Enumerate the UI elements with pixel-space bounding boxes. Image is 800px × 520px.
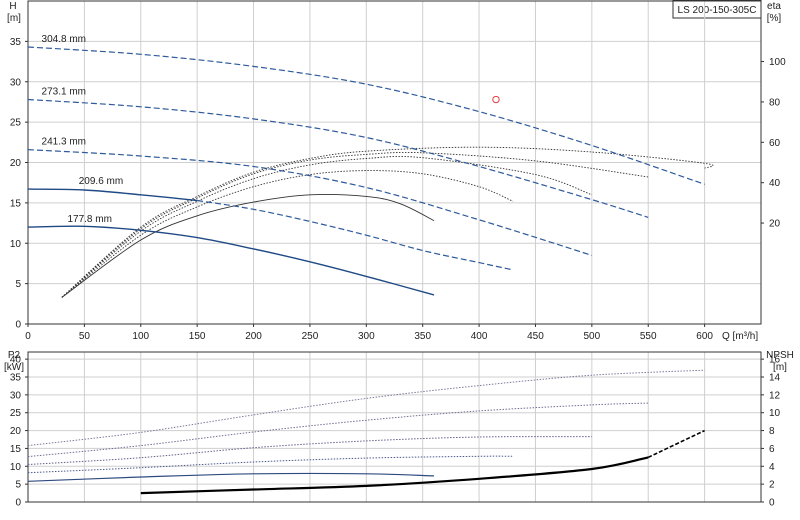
x-tick-label: 150 xyxy=(189,331,206,342)
y2-axis-unit: [%] xyxy=(767,13,782,24)
x-tick-label: 100 xyxy=(132,331,149,342)
y-tick-label: 5 xyxy=(15,279,21,290)
head-curve-4-ext xyxy=(197,199,514,271)
power-panel: 05101520253035400246810121416P2[kW]NPSH[… xyxy=(4,350,794,509)
p2-tick-label: 0 xyxy=(15,498,21,509)
npsh-tick-label: 12 xyxy=(769,390,781,401)
p2-tick-label: 10 xyxy=(10,462,22,473)
y2-tick-label: 40 xyxy=(769,178,781,189)
head-curve-2 xyxy=(27,98,649,218)
y-tick-label: 15 xyxy=(10,198,22,209)
p2-tick-label: 15 xyxy=(10,444,22,455)
y-tick-label: 30 xyxy=(10,77,22,88)
npsh-tick-label: 8 xyxy=(769,426,775,437)
title-text: LS 200-150-305C xyxy=(678,5,757,16)
power-plot-frame xyxy=(27,351,762,503)
x-axis-label: Q [m³/h] xyxy=(722,331,758,342)
y-axis-label: H xyxy=(9,1,16,12)
head-curve-4 xyxy=(27,188,198,202)
p2-tick-label: 5 xyxy=(15,480,21,491)
x-tick-label: 400 xyxy=(471,331,488,342)
npsh-tick-label: 6 xyxy=(769,444,775,455)
y2-tick-label: 20 xyxy=(769,219,781,230)
head-curve-label: 273.1 mm xyxy=(42,87,86,98)
p2-tick-label: 35 xyxy=(10,373,22,384)
y-tick-label: 35 xyxy=(10,37,22,48)
x-tick-label: 250 xyxy=(302,331,319,342)
eta-curve-4 xyxy=(61,170,514,298)
head-curve-label: 209.6 mm xyxy=(79,176,123,187)
x-tick-label: 300 xyxy=(358,331,375,342)
head-curve-label: 241.3 mm xyxy=(42,137,86,148)
y-tick-label: 25 xyxy=(10,118,22,129)
y2-tick-label: 100 xyxy=(769,57,786,68)
npsh-curve-1 xyxy=(140,456,649,495)
y2-axis-label: eta xyxy=(767,1,781,12)
x-tick-label: 350 xyxy=(414,331,431,342)
npsh-tick-label: 4 xyxy=(769,462,775,473)
x-tick-label: 0 xyxy=(25,331,31,342)
npsh-axis-unit: [m] xyxy=(773,362,787,373)
p2-tick-label: 30 xyxy=(10,390,22,401)
x-tick-label: 600 xyxy=(696,331,713,342)
x-tick-label: 550 xyxy=(640,331,657,342)
y-axis-unit: [m] xyxy=(7,13,21,24)
npsh-tick-label: 0 xyxy=(769,498,775,509)
p2-tick-label: 25 xyxy=(10,408,22,419)
y2-tick-label: 60 xyxy=(769,138,781,149)
y-tick-label: 0 xyxy=(15,320,21,331)
npsh-axis-label: NPSH xyxy=(766,350,794,361)
y2-tick-label: 80 xyxy=(769,97,781,108)
x-tick-label: 50 xyxy=(79,331,91,342)
y-tick-label: 20 xyxy=(10,158,22,169)
npsh-tick-label: 2 xyxy=(769,480,775,491)
head-curve-label: 177.8 mm xyxy=(67,214,111,225)
power-curve-5 xyxy=(27,472,435,482)
power-curve-4 xyxy=(27,455,513,474)
npsh-tick-label: 14 xyxy=(769,373,781,384)
p2-axis-unit: [kW] xyxy=(4,362,24,373)
head-curve-label: 304.8 mm xyxy=(42,34,86,45)
p2-axis-label: P2 xyxy=(8,350,21,361)
npsh-tick-label: 10 xyxy=(769,408,781,419)
npsh-curve-2 xyxy=(647,429,705,459)
eta-curve-1 xyxy=(61,146,714,298)
x-tick-label: 450 xyxy=(527,331,544,342)
p2-tick-label: 20 xyxy=(10,426,22,437)
pump-curve-chart: LS 200-150-305C 051015202530352040608010… xyxy=(4,0,794,509)
head-panel: 0 5 10 15 20 25 30 35 20 40 60 80 100 0 50 100 150 200 250… xyxy=(7,0,786,342)
x-tick-label: 500 xyxy=(584,331,601,342)
x-tick-label: 200 xyxy=(245,331,262,342)
duty-point-marker xyxy=(492,95,500,104)
y-tick-label: 10 xyxy=(10,239,22,250)
head-curve-5 xyxy=(27,225,435,296)
